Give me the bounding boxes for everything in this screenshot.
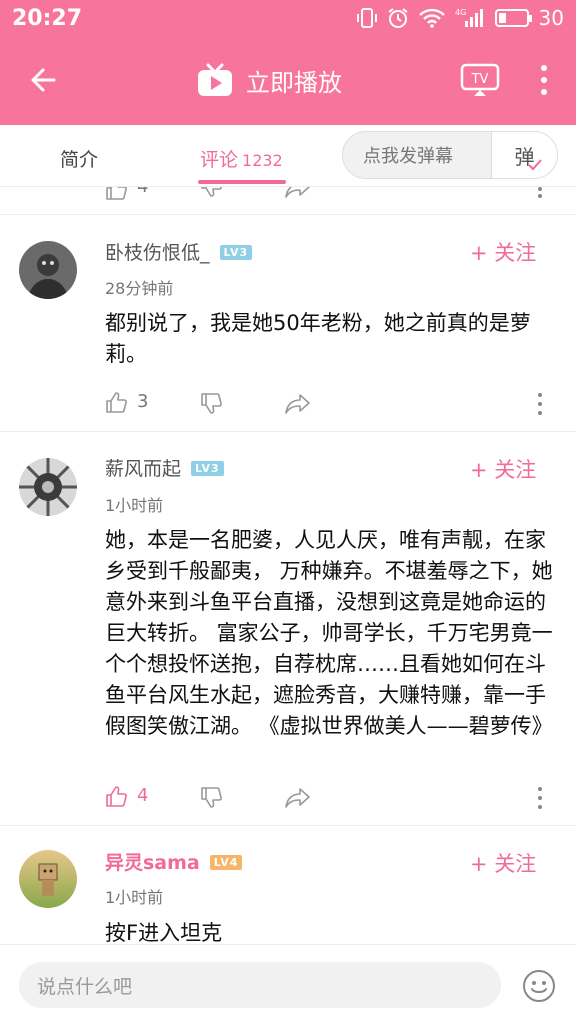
comment-actions: 4 — [0, 784, 576, 814]
tab-comments[interactable]: 评论 1232 — [200, 145, 283, 172]
status-bar: 20:27 4G 30 — [0, 0, 576, 36]
level-badge: LV3 — [219, 245, 253, 260]
play-now-title[interactable]: 立即播放 — [196, 60, 342, 100]
more-options-icon[interactable] — [534, 187, 546, 199]
svg-text:4G: 4G — [455, 8, 466, 17]
comment-time: 1小时前 — [105, 888, 164, 907]
tab-intro[interactable]: 简介 — [60, 145, 98, 172]
follow-button[interactable]: + 关注 — [470, 237, 536, 267]
comment-text: 都别说了，我是她50年老粉，她之前真的是萝莉。 — [105, 311, 531, 366]
like-count: 4 — [137, 187, 148, 197]
status-time: 20:27 — [12, 5, 83, 31]
comment-text: 按F进入坦克 — [105, 921, 223, 944]
follow-button[interactable]: + 关注 — [470, 454, 536, 484]
danmu-send-button[interactable]: 弹 — [491, 132, 557, 178]
cast-tv-icon[interactable]: TV — [460, 62, 500, 98]
comment-count: 1232 — [242, 151, 283, 170]
danmu-input[interactable]: 点我发弹幕 — [343, 142, 491, 168]
dislike-icon[interactable] — [199, 786, 223, 810]
share-icon[interactable] — [285, 786, 311, 810]
comment-time: 28分钟前 — [105, 279, 174, 298]
check-icon — [528, 159, 542, 171]
username-text: 异灵sama — [105, 852, 200, 874]
username[interactable]: 薪风而起 LV3 — [105, 454, 224, 481]
avatar[interactable] — [19, 241, 77, 299]
active-tab-indicator — [198, 180, 286, 184]
battery-icon — [494, 9, 532, 27]
page-title: 立即播放 — [246, 68, 342, 97]
more-options-icon[interactable] — [534, 392, 546, 416]
tab-comments-label: 评论 — [200, 149, 239, 171]
like-icon[interactable] — [104, 784, 128, 808]
comment-time: 1小时前 — [105, 496, 164, 515]
more-options-icon[interactable] — [534, 786, 546, 810]
avatar[interactable] — [19, 850, 77, 908]
username[interactable]: 异灵sama LV4 — [105, 848, 243, 875]
level-badge: LV4 — [209, 855, 243, 870]
dislike-icon[interactable] — [199, 392, 223, 416]
vibrate-icon — [356, 8, 377, 28]
like-icon[interactable] — [104, 187, 128, 201]
battery-percent: 30 — [538, 6, 564, 30]
follow-button[interactable]: + 关注 — [470, 848, 536, 878]
back-arrow-icon[interactable] — [24, 60, 64, 100]
share-icon[interactable] — [285, 187, 311, 199]
title-bar: 立即播放 TV — [0, 36, 576, 125]
username[interactable]: 卧枝伤恨低_ LV3 — [105, 238, 253, 265]
dislike-icon[interactable] — [199, 187, 223, 199]
share-icon[interactable] — [285, 392, 311, 416]
emoji-icon[interactable] — [522, 969, 556, 1003]
comment-list: 4 卧枝伤恨低_ LV3 + 关注 28分钟前 都别说了，我是她50年老粉，她之前… — [0, 187, 576, 944]
status-icons: 4G 30 — [356, 6, 564, 30]
danmu-box: 点我发弹幕 弹 — [342, 131, 558, 179]
level-badge: LV3 — [191, 461, 224, 476]
comment-item: 异灵sama LV4 + 关注 1小时前 按F进入坦克 — [0, 826, 576, 944]
like-count: 4 — [137, 785, 149, 806]
reply-bar: 说点什么吧 — [0, 944, 576, 1024]
list-item-partial: 4 — [0, 187, 576, 215]
alarm-icon — [387, 8, 408, 28]
username-text: 卧枝伤恨低_ — [105, 242, 210, 264]
username-text: 薪风而起 — [105, 458, 182, 480]
like-icon[interactable] — [104, 390, 128, 414]
signal-icon: 4G — [455, 8, 483, 27]
svg-text:TV: TV — [471, 72, 489, 87]
comment-item: 薪风而起 LV3 + 关注 1小时前 她，本是一名肥婆，人见人厌，唯有声靓，在家乡… — [0, 432, 576, 826]
comment-text: 她，本是一名肥婆，人见人厌，唯有声靓，在家乡受到千般鄙夷， 万种嫌弃。不堪羞辱之… — [105, 528, 553, 738]
comment-actions: 3 — [0, 390, 576, 420]
tv-play-icon — [198, 63, 232, 96]
comment-item: 卧枝伤恨低_ LV3 + 关注 28分钟前 都别说了，我是她50年老粉，她之前真的… — [0, 215, 576, 432]
avatar[interactable] — [19, 458, 77, 516]
more-vertical-icon[interactable] — [532, 62, 556, 98]
wifi-icon — [418, 8, 445, 28]
comment-input[interactable]: 说点什么吧 — [19, 962, 501, 1008]
like-count: 3 — [137, 391, 149, 412]
